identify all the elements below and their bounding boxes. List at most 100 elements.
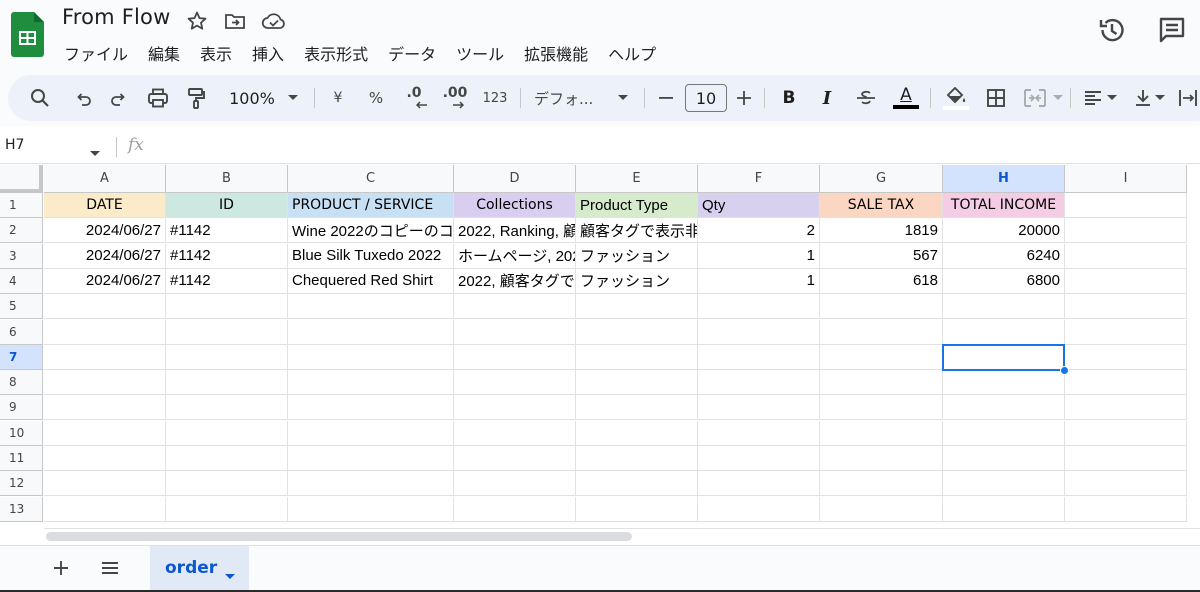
paint-format-icon[interactable] xyxy=(184,75,208,121)
redo-icon[interactable] xyxy=(108,75,130,121)
header-cell-h[interactable]: TOTAL INCOME xyxy=(943,193,1065,218)
select-all-corner[interactable] xyxy=(0,165,43,193)
empty-cell[interactable] xyxy=(166,496,288,522)
empty-cell[interactable] xyxy=(698,395,820,421)
cell-a2[interactable]: 2024/06/27 xyxy=(44,218,166,244)
text-color-button[interactable]: A xyxy=(892,75,920,121)
font-size-input[interactable]: 10 xyxy=(685,84,727,112)
column-header-b[interactable]: B xyxy=(166,165,288,193)
empty-cell[interactable] xyxy=(1065,496,1187,522)
menu-format[interactable]: 表示形式 xyxy=(294,38,378,66)
font-dropdown-icon[interactable] xyxy=(616,75,630,121)
column-header-f[interactable]: F xyxy=(698,165,820,193)
empty-cell[interactable] xyxy=(820,294,943,320)
cell-h2[interactable]: 20000 xyxy=(943,218,1065,244)
row-header-4[interactable]: 4 xyxy=(0,268,43,294)
zoom-select[interactable]: 100% xyxy=(224,75,280,121)
empty-cell[interactable] xyxy=(454,294,576,320)
document-title[interactable]: From Flow xyxy=(62,5,170,29)
row-header-7[interactable]: 7 xyxy=(0,344,43,370)
menu-help[interactable]: ヘルプ xyxy=(598,38,666,66)
empty-cell[interactable] xyxy=(698,294,820,320)
empty-cell[interactable] xyxy=(44,294,166,320)
empty-cell[interactable] xyxy=(166,471,288,497)
header-cell-g[interactable]: SALE TAX xyxy=(820,193,943,218)
empty-cell[interactable] xyxy=(44,420,166,446)
empty-cell[interactable] xyxy=(288,319,454,345)
sheet-tab-order[interactable]: order xyxy=(150,546,249,590)
cell-c2[interactable]: Wine 2022のコピーのコピー xyxy=(288,218,454,244)
empty-cell[interactable] xyxy=(44,319,166,345)
empty-cell[interactable] xyxy=(943,294,1065,320)
menu-data[interactable]: データ xyxy=(378,38,446,66)
empty-cell[interactable] xyxy=(288,446,454,471)
number-format-button[interactable]: 123 xyxy=(480,75,510,121)
empty-cell[interactable] xyxy=(288,294,454,320)
cloud-saved-icon[interactable] xyxy=(261,9,285,33)
empty-cell[interactable] xyxy=(943,370,1065,396)
empty-cell[interactable] xyxy=(166,420,288,446)
empty-cell[interactable] xyxy=(943,420,1065,446)
currency-format-button[interactable]: ¥ xyxy=(326,75,350,121)
empty-cell[interactable] xyxy=(576,344,698,370)
cell-b2[interactable]: #1142 xyxy=(166,218,288,244)
empty-cell[interactable] xyxy=(1065,268,1187,294)
header-cell-b[interactable]: ID xyxy=(166,193,288,218)
empty-cell[interactable] xyxy=(454,319,576,345)
empty-cell[interactable] xyxy=(1065,218,1187,244)
column-header-a[interactable]: A xyxy=(44,165,166,193)
empty-cell[interactable] xyxy=(44,395,166,421)
row-header-3[interactable]: 3 xyxy=(0,243,43,269)
empty-cell[interactable] xyxy=(820,446,943,471)
empty-cell[interactable] xyxy=(288,471,454,497)
empty-cell[interactable] xyxy=(454,496,576,522)
header-cell-d[interactable]: Collections xyxy=(454,193,576,218)
empty-cell[interactable] xyxy=(44,344,166,370)
row-header-2[interactable]: 2 xyxy=(0,218,43,244)
column-header-d[interactable]: D xyxy=(454,165,576,193)
cell-h3[interactable]: 6240 xyxy=(943,243,1065,269)
menu-file[interactable]: ファイル xyxy=(54,38,138,66)
search-icon[interactable] xyxy=(28,75,52,121)
cell-d3[interactable]: ホームページ, 2022 xyxy=(454,243,576,269)
row-header-13[interactable]: 13 xyxy=(0,496,43,522)
empty-cell[interactable] xyxy=(576,319,698,345)
vertical-align-icon[interactable] xyxy=(1132,75,1154,121)
align-dropdown-icon[interactable] xyxy=(1106,75,1118,121)
empty-cell[interactable] xyxy=(820,370,943,396)
empty-cell[interactable] xyxy=(1065,319,1187,345)
empty-cell[interactable] xyxy=(288,344,454,370)
cell-c4[interactable]: Chequered Red Shirt xyxy=(288,268,454,294)
vertical-align-dropdown-icon[interactable] xyxy=(1154,75,1166,121)
align-left-icon[interactable] xyxy=(1082,75,1104,121)
empty-cell[interactable] xyxy=(943,496,1065,522)
merge-dropdown-icon[interactable] xyxy=(1052,75,1064,121)
empty-cell[interactable] xyxy=(576,471,698,497)
empty-cell[interactable] xyxy=(820,471,943,497)
cell-h4[interactable]: 6800 xyxy=(943,268,1065,294)
header-cell-f[interactable]: Qty xyxy=(698,193,820,218)
move-to-folder-icon[interactable] xyxy=(223,9,247,33)
empty-cell[interactable] xyxy=(698,319,820,345)
row-header-10[interactable]: 10 xyxy=(0,420,43,446)
cell-b4[interactable]: #1142 xyxy=(166,268,288,294)
row-header-8[interactable]: 8 xyxy=(0,370,43,396)
print-icon[interactable] xyxy=(146,75,170,121)
empty-cell[interactable] xyxy=(820,496,943,522)
cell-g3[interactable]: 567 xyxy=(820,243,943,269)
empty-cell[interactable] xyxy=(698,420,820,446)
italic-button[interactable]: I xyxy=(816,75,838,121)
empty-cell[interactable] xyxy=(1065,471,1187,497)
row-header-11[interactable]: 11 xyxy=(0,446,43,471)
empty-cell[interactable] xyxy=(1065,193,1187,218)
empty-cell[interactable] xyxy=(576,496,698,522)
percent-format-button[interactable]: % xyxy=(364,75,388,121)
cell-a3[interactable]: 2024/06/27 xyxy=(44,243,166,269)
column-header-g[interactable]: G xyxy=(820,165,943,193)
cell-e4[interactable]: ファッション xyxy=(576,268,698,294)
cell-b3[interactable]: #1142 xyxy=(166,243,288,269)
empty-cell[interactable] xyxy=(44,471,166,497)
header-cell-e[interactable]: Product Type xyxy=(576,193,698,218)
text-wrap-icon[interactable] xyxy=(1176,75,1200,121)
cell-d4[interactable]: 2022, 顧客タグで表示非表示 xyxy=(454,268,576,294)
